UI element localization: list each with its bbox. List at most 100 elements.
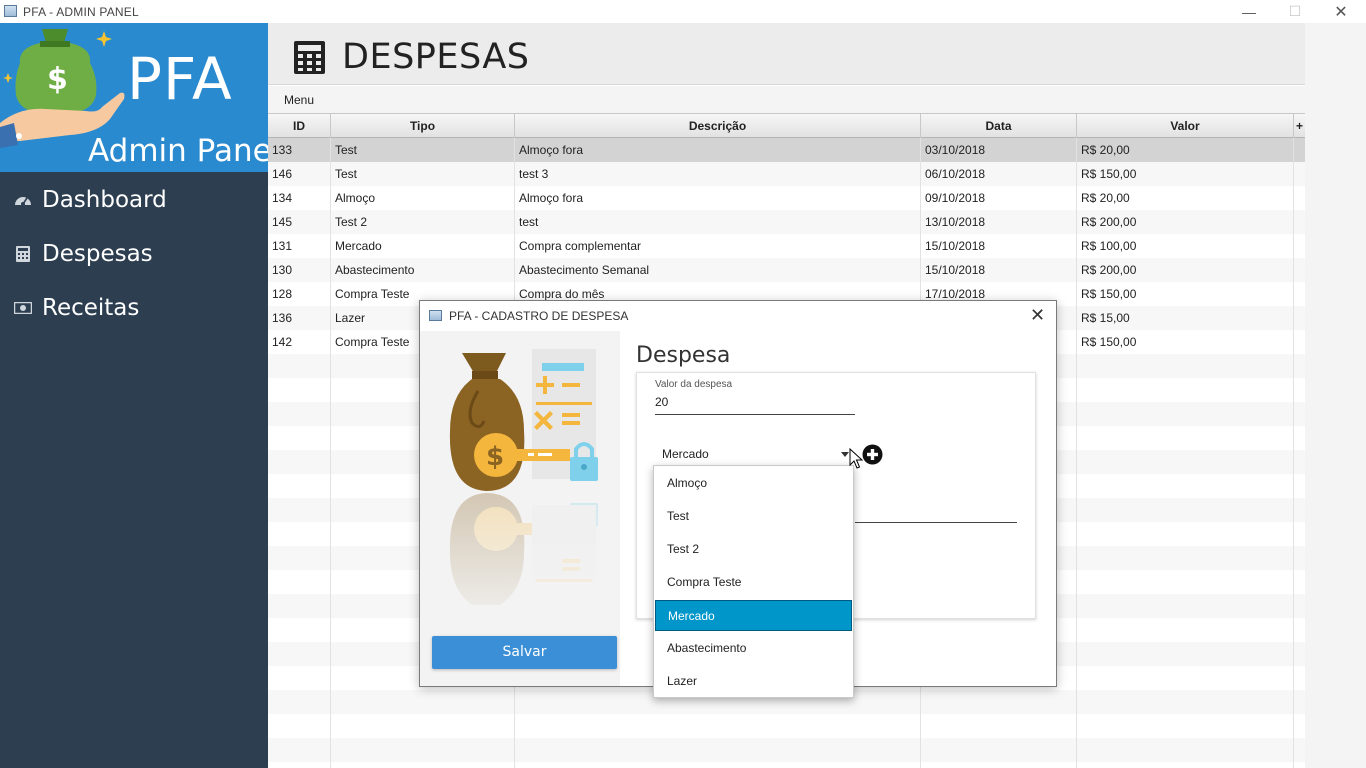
column-header-descricao[interactable]: Descrição <box>515 114 921 138</box>
cell-id <box>268 450 331 474</box>
tipo-selected-value: Mercado <box>662 447 709 461</box>
cell-id <box>268 570 331 594</box>
cell-valor <box>1077 426 1294 450</box>
cell-valor: R$ 200,00 <box>1077 210 1294 234</box>
cell-data: 15/10/2018 <box>921 234 1077 258</box>
cell-tipo: Abastecimento <box>331 258 515 282</box>
table-row[interactable] <box>268 714 1305 738</box>
cell-descricao: test 3 <box>515 162 921 186</box>
sidebar-item-dashboard[interactable]: Dashboard <box>0 177 268 223</box>
dropdown-option[interactable]: Mercado <box>655 600 852 631</box>
cell-valor: R$ 100,00 <box>1077 234 1294 258</box>
cell-id <box>268 618 331 642</box>
sidebar-item-despesas[interactable]: Despesas <box>0 231 268 277</box>
cell-id <box>268 546 331 570</box>
cell-valor <box>1077 402 1294 426</box>
close-button[interactable]: ✕ <box>1318 0 1364 23</box>
table-row[interactable]: 133 Test Almoço fora 03/10/2018 R$ 20,00 <box>268 138 1305 162</box>
brand-subtitle: Admin Panel <box>88 133 268 169</box>
tipo-dropdown-list: Almoço Test Test 2 Compra Teste Mercado Abast… <box>653 465 854 698</box>
valor-field[interactable]: 20 <box>655 395 855 415</box>
cell-valor <box>1077 378 1294 402</box>
cell-valor <box>1077 522 1294 546</box>
table-row[interactable]: 131 Mercado Compra complementar 15/10/2018 R… <box>268 234 1305 258</box>
cell-valor: R$ 150,00 <box>1077 162 1294 186</box>
menu-item[interactable]: Menu <box>284 93 314 107</box>
cell-valor <box>1077 450 1294 474</box>
dropdown-option[interactable]: Abastecimento <box>655 633 852 664</box>
calculator-icon <box>14 245 32 263</box>
valor-label: Valor da despesa <box>655 379 733 390</box>
cell-tipo <box>331 714 515 738</box>
window-title: PFA - ADMIN PANEL <box>23 5 139 19</box>
page-title: DESPESAS <box>342 37 530 77</box>
cell-data: 15/10/2018 <box>921 258 1077 282</box>
cell-data <box>921 762 1077 768</box>
brand-banner: $ PFA Admin Panel <box>0 23 268 172</box>
cell-valor <box>1077 546 1294 570</box>
cell-id <box>268 642 331 666</box>
cell-valor: R$ 20,00 <box>1077 138 1294 162</box>
cell-valor <box>1077 498 1294 522</box>
dropdown-option[interactable]: Compra Teste <box>655 567 852 598</box>
cell-tipo: Test 2 <box>331 210 515 234</box>
cell-valor: R$ 20,00 <box>1077 186 1294 210</box>
cell-tipo <box>331 690 515 714</box>
cell-tipo: Test <box>331 162 515 186</box>
calculator-icon <box>294 41 325 74</box>
table-row[interactable]: 130 Abastecimento Abastecimento Semanal 15/… <box>268 258 1305 282</box>
chevron-down-icon <box>841 452 849 457</box>
sidebar-item-receitas[interactable]: Receitas <box>0 285 268 331</box>
dropdown-option[interactable]: Test <box>655 501 852 532</box>
dialog-titlebar: PFA - CADASTRO DE DESPESA ✕ <box>420 301 1056 331</box>
table-row[interactable]: 134 Almoço Almoço fora 09/10/2018 R$ 20,00 <box>268 186 1305 210</box>
cell-id: 134 <box>268 186 331 210</box>
column-header-data[interactable]: Data <box>921 114 1077 138</box>
column-header-tipo[interactable]: Tipo <box>331 114 515 138</box>
cell-data <box>921 738 1077 762</box>
column-header-id[interactable]: ID <box>268 114 331 138</box>
cell-tipo: Test <box>331 138 515 162</box>
cell-id <box>268 426 331 450</box>
cell-descricao: Abastecimento Semanal <box>515 258 921 282</box>
table-row[interactable]: 145 Test 2 test 13/10/2018 R$ 200,00 <box>268 210 1305 234</box>
svg-text:$: $ <box>486 442 504 472</box>
dropdown-option[interactable]: Test 2 <box>655 534 852 565</box>
cell-data <box>921 714 1077 738</box>
menu-bar: Menu <box>268 86 1305 113</box>
column-header-valor[interactable]: Valor <box>1077 114 1294 138</box>
column-menu-button[interactable]: + <box>1294 114 1305 138</box>
table-row[interactable] <box>268 738 1305 762</box>
cell-id <box>268 402 331 426</box>
cell-data: 03/10/2018 <box>921 138 1077 162</box>
cell-valor <box>1077 642 1294 666</box>
add-tipo-button[interactable] <box>862 444 883 465</box>
cell-descricao: Compra complementar <box>515 234 921 258</box>
cell-id: 130 <box>268 258 331 282</box>
mouse-cursor-icon <box>849 448 863 469</box>
cell-id <box>268 522 331 546</box>
svg-text:$: $ <box>47 62 68 97</box>
dropdown-option[interactable]: Lazer <box>655 666 852 697</box>
maximize-button[interactable]: ☐ <box>1272 0 1318 23</box>
cell-id <box>268 354 331 378</box>
cell-id: 133 <box>268 138 331 162</box>
sidebar-item-label: Dashboard <box>42 187 167 213</box>
sidebar: $ PFA Admin Panel Dashboard Despesas Rec… <box>0 23 268 768</box>
cell-valor <box>1077 570 1294 594</box>
minimize-button[interactable]: — <box>1226 0 1272 23</box>
sidebar-item-label: Receitas <box>42 295 140 321</box>
cell-descricao <box>515 714 921 738</box>
table-row[interactable] <box>268 762 1305 768</box>
table-row[interactable]: 146 Test test 3 06/10/2018 R$ 150,00 <box>268 162 1305 186</box>
brand-title: PFA <box>127 45 233 113</box>
dropdown-option[interactable]: Almoço <box>655 468 852 499</box>
form-heading: Despesa <box>636 343 731 368</box>
dialog-close-button[interactable]: ✕ <box>1030 305 1045 326</box>
save-button[interactable]: Salvar <box>432 636 617 669</box>
cell-id: 142 <box>268 330 331 354</box>
cell-id: 145 <box>268 210 331 234</box>
tipo-combobox[interactable]: Mercado <box>655 441 853 467</box>
cell-valor <box>1077 666 1294 690</box>
money-bag-hand-icon: $ <box>0 29 125 148</box>
